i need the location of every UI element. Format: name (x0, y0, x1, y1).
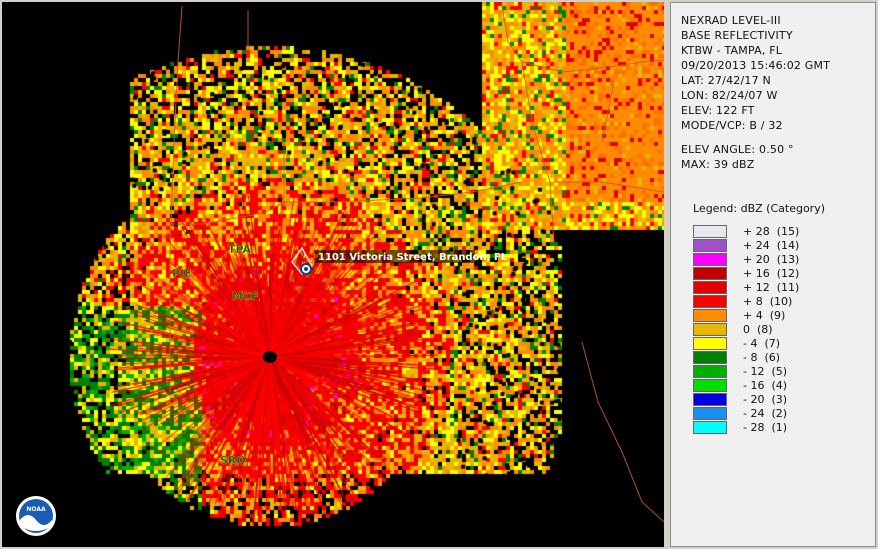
legend-item: + 20 (13) (693, 253, 873, 267)
legend-label: + 4 (9) (743, 309, 786, 322)
legend-title: Legend: dBZ (Category) (693, 202, 825, 215)
site-label-pie: PIE (172, 267, 192, 280)
location-label: 1101 Victoria Street, Brandon, FL (318, 252, 508, 263)
site-label-mcf: MCF (232, 290, 259, 303)
legend-swatch (693, 309, 727, 322)
legend-label: - 28 (1) (743, 421, 788, 434)
legend-item: + 12 (11) (693, 281, 873, 295)
legend-label: + 8 (10) (743, 295, 793, 308)
legend-item: + 4 (9) (693, 309, 873, 323)
legend-swatch (693, 295, 727, 308)
legend-swatch (693, 239, 727, 252)
legend-swatch (693, 337, 727, 350)
legend-swatch (693, 407, 727, 420)
legend-label: - 16 (4) (743, 379, 788, 392)
legend-swatch (693, 379, 727, 392)
legend-item: - 12 (5) (693, 365, 873, 379)
legend-label: - 20 (3) (743, 393, 788, 406)
legend-item: - 8 (6) (693, 351, 873, 365)
legend-label: + 24 (14) (743, 239, 800, 252)
legend-swatch (693, 267, 727, 280)
legend-swatch (693, 365, 727, 378)
legend-label: - 8 (6) (743, 351, 781, 364)
legend-item: + 16 (12) (693, 267, 873, 281)
max-reflectivity: MAX: 39 dBZ (681, 158, 755, 171)
legend-label: - 24 (2) (743, 407, 788, 420)
scan-datetime: 09/20/2013 15:46:02 GMT (681, 59, 831, 72)
elevation: ELEV: 122 FT (681, 104, 755, 117)
legend-item: + 8 (10) (693, 295, 873, 309)
legend-item: - 24 (2) (693, 407, 873, 421)
legend-item: 0 (8) (693, 323, 873, 337)
radar-site-marker (263, 351, 277, 363)
legend-label: + 20 (13) (743, 253, 800, 266)
legend-item: - 20 (3) (693, 393, 873, 407)
legend-swatch (693, 253, 727, 266)
info-panel: NEXRAD LEVEL-III BASE REFLECTIVITY KTBW … (670, 2, 876, 547)
legend-label: + 12 (11) (743, 281, 800, 294)
station-name: KTBW - TAMPA, FL (681, 44, 783, 57)
legend-item: - 28 (1) (693, 421, 873, 435)
county-boundaries (169, 5, 664, 523)
legend-item: + 24 (14) (693, 239, 873, 253)
legend-label: 0 (8) (743, 323, 773, 336)
noaa-logo: NOAA (16, 496, 56, 536)
map-overlay: TPA PIE MCF SRQ 1101 Victoria Street, Br… (16, 5, 664, 536)
site-label-srq: SRQ (220, 454, 246, 467)
legend-item: + 28 (15) (693, 225, 873, 239)
latitude: LAT: 27/42/17 N (681, 74, 771, 87)
legend-swatch (693, 351, 727, 364)
location-marker[interactable] (300, 263, 312, 275)
legend-label: + 16 (12) (743, 267, 800, 280)
elevation-angle: ELEV ANGLE: 0.50 ° (681, 143, 794, 156)
mode-vcp: MODE/VCP: B / 32 (681, 119, 783, 132)
legend-item: - 16 (4) (693, 379, 873, 393)
legend-swatch (693, 393, 727, 406)
product-name: NEXRAD LEVEL-III (681, 14, 781, 27)
legend-swatch (693, 281, 727, 294)
legend-swatch (693, 225, 727, 238)
radar-map[interactable]: TPA PIE MCF SRQ 1101 Victoria Street, Br… (2, 2, 664, 547)
legend-item: - 4 (7) (693, 337, 873, 351)
legend-label: + 28 (15) (743, 225, 800, 238)
legend-label: - 12 (5) (743, 365, 788, 378)
product-type: BASE REFLECTIVITY (681, 29, 793, 42)
longitude: LON: 82/24/07 W (681, 89, 778, 102)
legend-swatch (693, 421, 727, 434)
legend-label: - 4 (7) (743, 337, 781, 350)
site-label-tpa: TPA (228, 243, 252, 256)
legend-swatch (693, 323, 727, 336)
svg-text:NOAA: NOAA (26, 506, 46, 513)
